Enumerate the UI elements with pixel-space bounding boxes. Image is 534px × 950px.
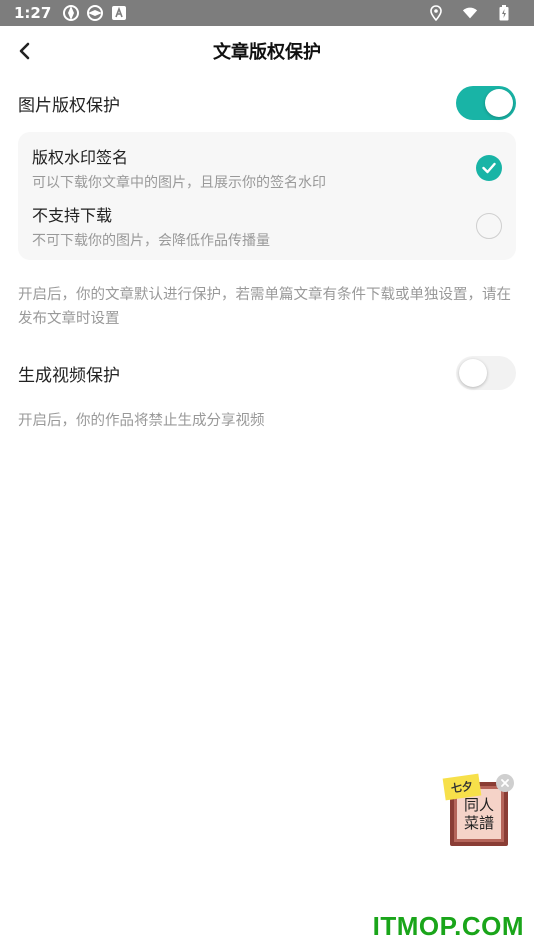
- status-bar: 1:27: [0, 0, 534, 26]
- status-time: 1:27: [14, 4, 52, 22]
- image-copyright-row: 图片版权保护: [18, 86, 516, 120]
- radio-checked[interactable]: [476, 155, 502, 181]
- page-title: 文章版权保护: [213, 42, 321, 63]
- toggle-knob: [485, 89, 513, 117]
- font-icon: [111, 5, 127, 21]
- option-title: 不支持下载: [32, 206, 113, 225]
- floating-promo-badge[interactable]: 同人 菜譜 七夕: [442, 773, 514, 848]
- option-title: 版权水印签名: [32, 148, 129, 167]
- nav-bar: 文章版权保护: [0, 26, 534, 76]
- aperture-icon: [63, 5, 80, 21]
- checkmark-icon: [482, 162, 496, 174]
- radio-unchecked[interactable]: [476, 213, 502, 239]
- promo-line2: 菜譜: [463, 814, 494, 832]
- image-copyright-label: 图片版权保护: [18, 95, 120, 116]
- option-watermark-signature[interactable]: 版权水印签名 可以下载你文章中的图片，且展示你的签名水印: [32, 142, 502, 194]
- option-no-download[interactable]: 不支持下载 不可下载你的图片，会降低作品传播量: [32, 200, 502, 252]
- watermark-options-card: 版权水印签名 可以下载你文章中的图片，且展示你的签名水印 不支持下载 不可下载你…: [18, 132, 516, 260]
- location-icon: [428, 5, 444, 21]
- wifi-icon: [462, 5, 478, 21]
- image-copyright-toggle[interactable]: [456, 86, 516, 120]
- video-protection-toggle[interactable]: [456, 356, 516, 390]
- toggle-knob: [459, 359, 487, 387]
- back-button[interactable]: [12, 38, 38, 64]
- video-protection-row: 生成视频保护: [18, 356, 516, 390]
- chevron-left-icon: [19, 42, 30, 60]
- site-watermark: ITMOP.COM: [372, 911, 524, 941]
- close-icon[interactable]: [496, 774, 514, 792]
- video-protection-label: 生成视频保护: [18, 365, 120, 386]
- promo-line1: 同人: [463, 796, 494, 814]
- video-protection-note: 开启后，你的作品将禁止生成分享视频: [18, 413, 265, 429]
- option-description: 可以下载你文章中的图片，且展示你的签名水印: [32, 175, 326, 191]
- battery-icon: [496, 5, 512, 21]
- aperture-icon: [87, 5, 104, 21]
- image-copyright-note: 开启后，你的文章默认进行保护，若需单篇文章有条件下载或单独设置，请在发布文章时设…: [18, 287, 511, 327]
- option-description: 不可下载你的图片，会降低作品传播量: [32, 233, 270, 249]
